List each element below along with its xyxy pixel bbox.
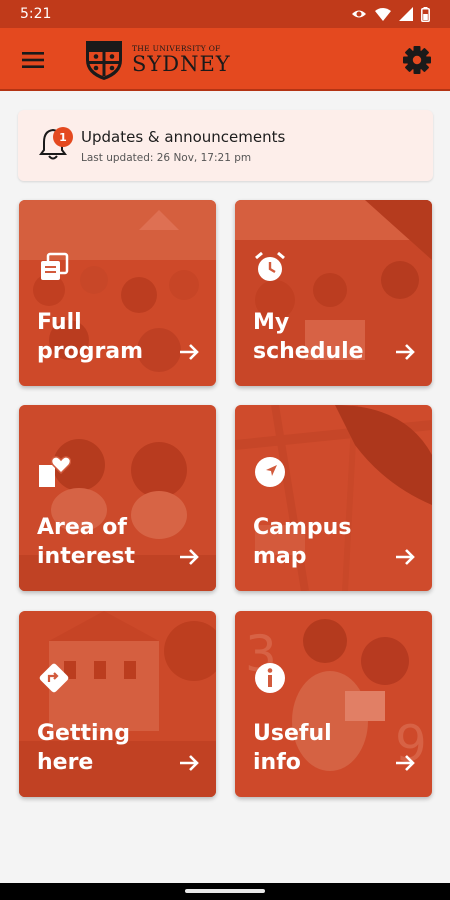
navigation-icon	[255, 457, 285, 487]
home-gesture-handle[interactable]	[185, 889, 265, 893]
arrow-right-icon	[180, 549, 199, 565]
battery-icon	[421, 6, 430, 22]
tile-label: My schedule	[253, 308, 388, 366]
settings-button[interactable]	[401, 44, 433, 76]
tile-label-line2: here	[37, 750, 94, 775]
tile-label-line2: program	[37, 339, 144, 364]
info-icon	[255, 663, 285, 693]
status-icons	[351, 6, 430, 22]
tile-label: Campus map	[253, 513, 388, 571]
tile-label: Area of interest	[37, 513, 172, 571]
tile-label-line2: schedule	[253, 339, 364, 364]
directions-icon	[39, 663, 69, 693]
menu-button[interactable]	[20, 47, 46, 73]
announcements-card[interactable]: Updates & announcements Last updated: 26…	[18, 110, 433, 181]
alarm-clock-icon	[255, 251, 285, 281]
hamburger-icon	[22, 52, 44, 68]
tag-heart-icon	[39, 456, 71, 487]
tile-area-of-interest[interactable]: Area of interest	[19, 405, 216, 591]
tile-label-line1: Full	[37, 310, 82, 335]
tile-label-line2: map	[253, 544, 307, 569]
system-nav-bar	[0, 883, 450, 900]
tile-label: Useful info	[253, 719, 388, 777]
university-logo: THE UNIVERSITY OF SYDNEY	[82, 38, 231, 82]
signal-icon	[399, 7, 413, 21]
tile-label-line2: interest	[37, 544, 136, 569]
tile-label-line1: Getting	[37, 721, 130, 746]
arrow-right-icon	[180, 344, 199, 360]
tile-label: Full program	[37, 308, 172, 366]
tile-label-line1: My	[253, 310, 290, 335]
announcements-title: Updates & announcements	[81, 128, 286, 146]
tile-label-line1: Area of	[37, 515, 127, 540]
arrow-right-icon	[396, 755, 415, 771]
tile-getting-here[interactable]: Getting here	[19, 611, 216, 797]
gear-icon	[403, 46, 431, 74]
arrow-right-icon	[180, 755, 199, 771]
tile-my-schedule[interactable]: My schedule	[235, 200, 432, 386]
status-time: 5:21	[20, 6, 52, 22]
logo-line-2: SYDNEY	[132, 51, 231, 76]
tile-label-line1: Useful	[253, 721, 332, 746]
arrow-right-icon	[396, 549, 415, 565]
arrow-right-icon	[396, 344, 415, 360]
tile-label-line2: info	[253, 750, 301, 775]
tile-label: Getting here	[37, 719, 172, 777]
crest-icon	[86, 41, 122, 80]
wifi-icon	[375, 8, 391, 21]
program-icon	[41, 252, 69, 280]
status-bar: 5:21	[0, 0, 450, 28]
tile-label-line1: Campus	[253, 515, 352, 540]
notification-badge: 1	[53, 127, 73, 147]
eye-icon	[352, 10, 366, 18]
app-bar: THE UNIVERSITY OF SYDNEY	[0, 28, 450, 91]
tile-full-program[interactable]: Full program	[19, 200, 216, 386]
tile-useful-info[interactable]: 3 9 Useful info	[235, 611, 432, 797]
tile-campus-map[interactable]: Campus map	[235, 405, 432, 591]
announcements-updated: Last updated: 26 Nov, 17:21 pm	[81, 152, 252, 164]
